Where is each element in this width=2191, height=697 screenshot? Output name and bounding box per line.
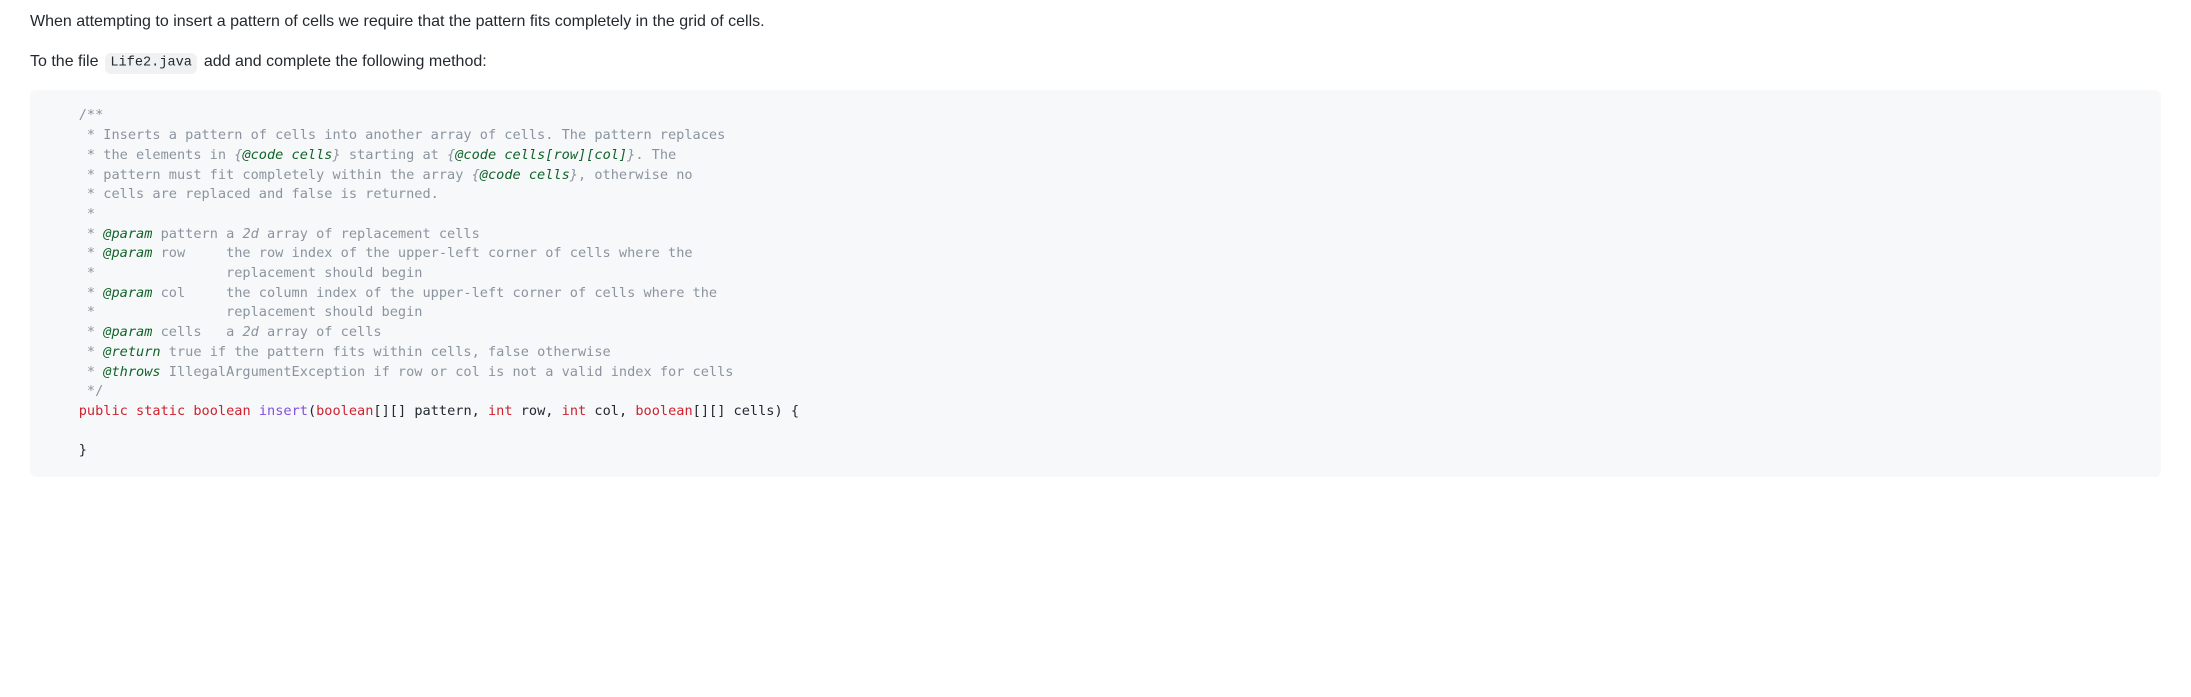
code-line-7b: @param — [103, 226, 152, 242]
paragraph-1: When attempting to insert a pattern of c… — [30, 10, 2161, 34]
code-line-7a: * — [46, 226, 103, 242]
para2-prefix: To the file — [30, 53, 103, 70]
code-line-14b: @throws — [103, 364, 160, 380]
code-line-10a: * — [46, 285, 103, 301]
code-line-3a: * the elements in — [46, 147, 234, 163]
code-brace-open: { — [783, 403, 799, 419]
code-line-14c: IllegalArgumentException if row or col i… — [161, 364, 734, 380]
code-line-3i: . The — [635, 147, 676, 163]
code-line-10b: @param — [103, 285, 152, 301]
code-param-2: row, — [513, 403, 562, 419]
code-line-13c: true if the pattern fits within cells, f… — [161, 344, 611, 360]
code-sp — [128, 403, 136, 419]
code-line-3e: starting at — [341, 147, 447, 163]
code-line-8a: * — [46, 245, 103, 261]
code-type-int-1: int — [488, 403, 513, 419]
code-line-1: /** — [46, 107, 103, 123]
code-line-9: * replacement should begin — [46, 265, 422, 281]
code-line-4d: } — [570, 167, 578, 183]
code-kw-public: public — [79, 403, 128, 419]
code-param-4: [][] cells — [693, 403, 775, 419]
code-line-6: * — [46, 206, 103, 222]
code-line-12c: cells a — [152, 324, 242, 340]
code-line-4b: { — [472, 167, 480, 183]
code-line-4c: @code cells — [480, 167, 570, 183]
code-param-3: col, — [586, 403, 635, 419]
code-line-12d: 2d — [242, 324, 258, 340]
code-kw-static: static — [136, 403, 185, 419]
code-line-2: * Inserts a pattern of cells into anothe… — [46, 127, 725, 143]
code-line-12a: * — [46, 324, 103, 340]
code-line-15: */ — [46, 383, 103, 399]
code-pre: /** * Inserts a pattern of cells into an… — [46, 106, 2145, 461]
code-line-18: } — [46, 442, 87, 458]
code-fn-insert: insert — [259, 403, 308, 419]
code-line-11: * replacement should begin — [46, 304, 422, 320]
code-line-3g: @code cells[row][col] — [455, 147, 627, 163]
code-sp — [251, 403, 259, 419]
code-line-16-indent — [46, 403, 79, 419]
code-line-7e: array of replacement cells — [259, 226, 480, 242]
code-line-8b: @param — [103, 245, 152, 261]
code-line-3c: @code cells — [242, 147, 332, 163]
code-line-4e: , otherwise no — [578, 167, 693, 183]
inline-code-filename: Life2.java — [105, 53, 197, 73]
code-line-5: * cells are replaced and false is return… — [46, 186, 439, 202]
para2-suffix: add and complete the following method: — [199, 53, 486, 70]
code-line-8c: row the row index of the upper-left corn… — [152, 245, 692, 261]
code-type-boolean-2: boolean — [316, 403, 373, 419]
code-line-14a: * — [46, 364, 103, 380]
code-type-int-2: int — [562, 403, 587, 419]
code-line-13a: * — [46, 344, 103, 360]
code-param-1: [][] pattern, — [373, 403, 488, 419]
code-line-3d: } — [332, 147, 340, 163]
code-type-boolean: boolean — [193, 403, 250, 419]
code-line-7c: pattern a — [152, 226, 242, 242]
code-line-4a: * pattern must fit completely within the… — [46, 167, 472, 183]
paragraph-2: To the file Life2.java add and complete … — [30, 50, 2161, 74]
code-paren-open: ( — [308, 403, 316, 419]
code-paren-close: ) — [774, 403, 782, 419]
code-line-10c: col the column index of the upper-left c… — [152, 285, 717, 301]
document-content: When attempting to insert a pattern of c… — [30, 10, 2161, 477]
code-line-13b: @return — [103, 344, 160, 360]
code-line-12b: @param — [103, 324, 152, 340]
code-block: /** * Inserts a pattern of cells into an… — [30, 90, 2161, 477]
code-line-12e: array of cells — [259, 324, 382, 340]
code-type-boolean-3: boolean — [635, 403, 692, 419]
code-line-7d: 2d — [242, 226, 258, 242]
